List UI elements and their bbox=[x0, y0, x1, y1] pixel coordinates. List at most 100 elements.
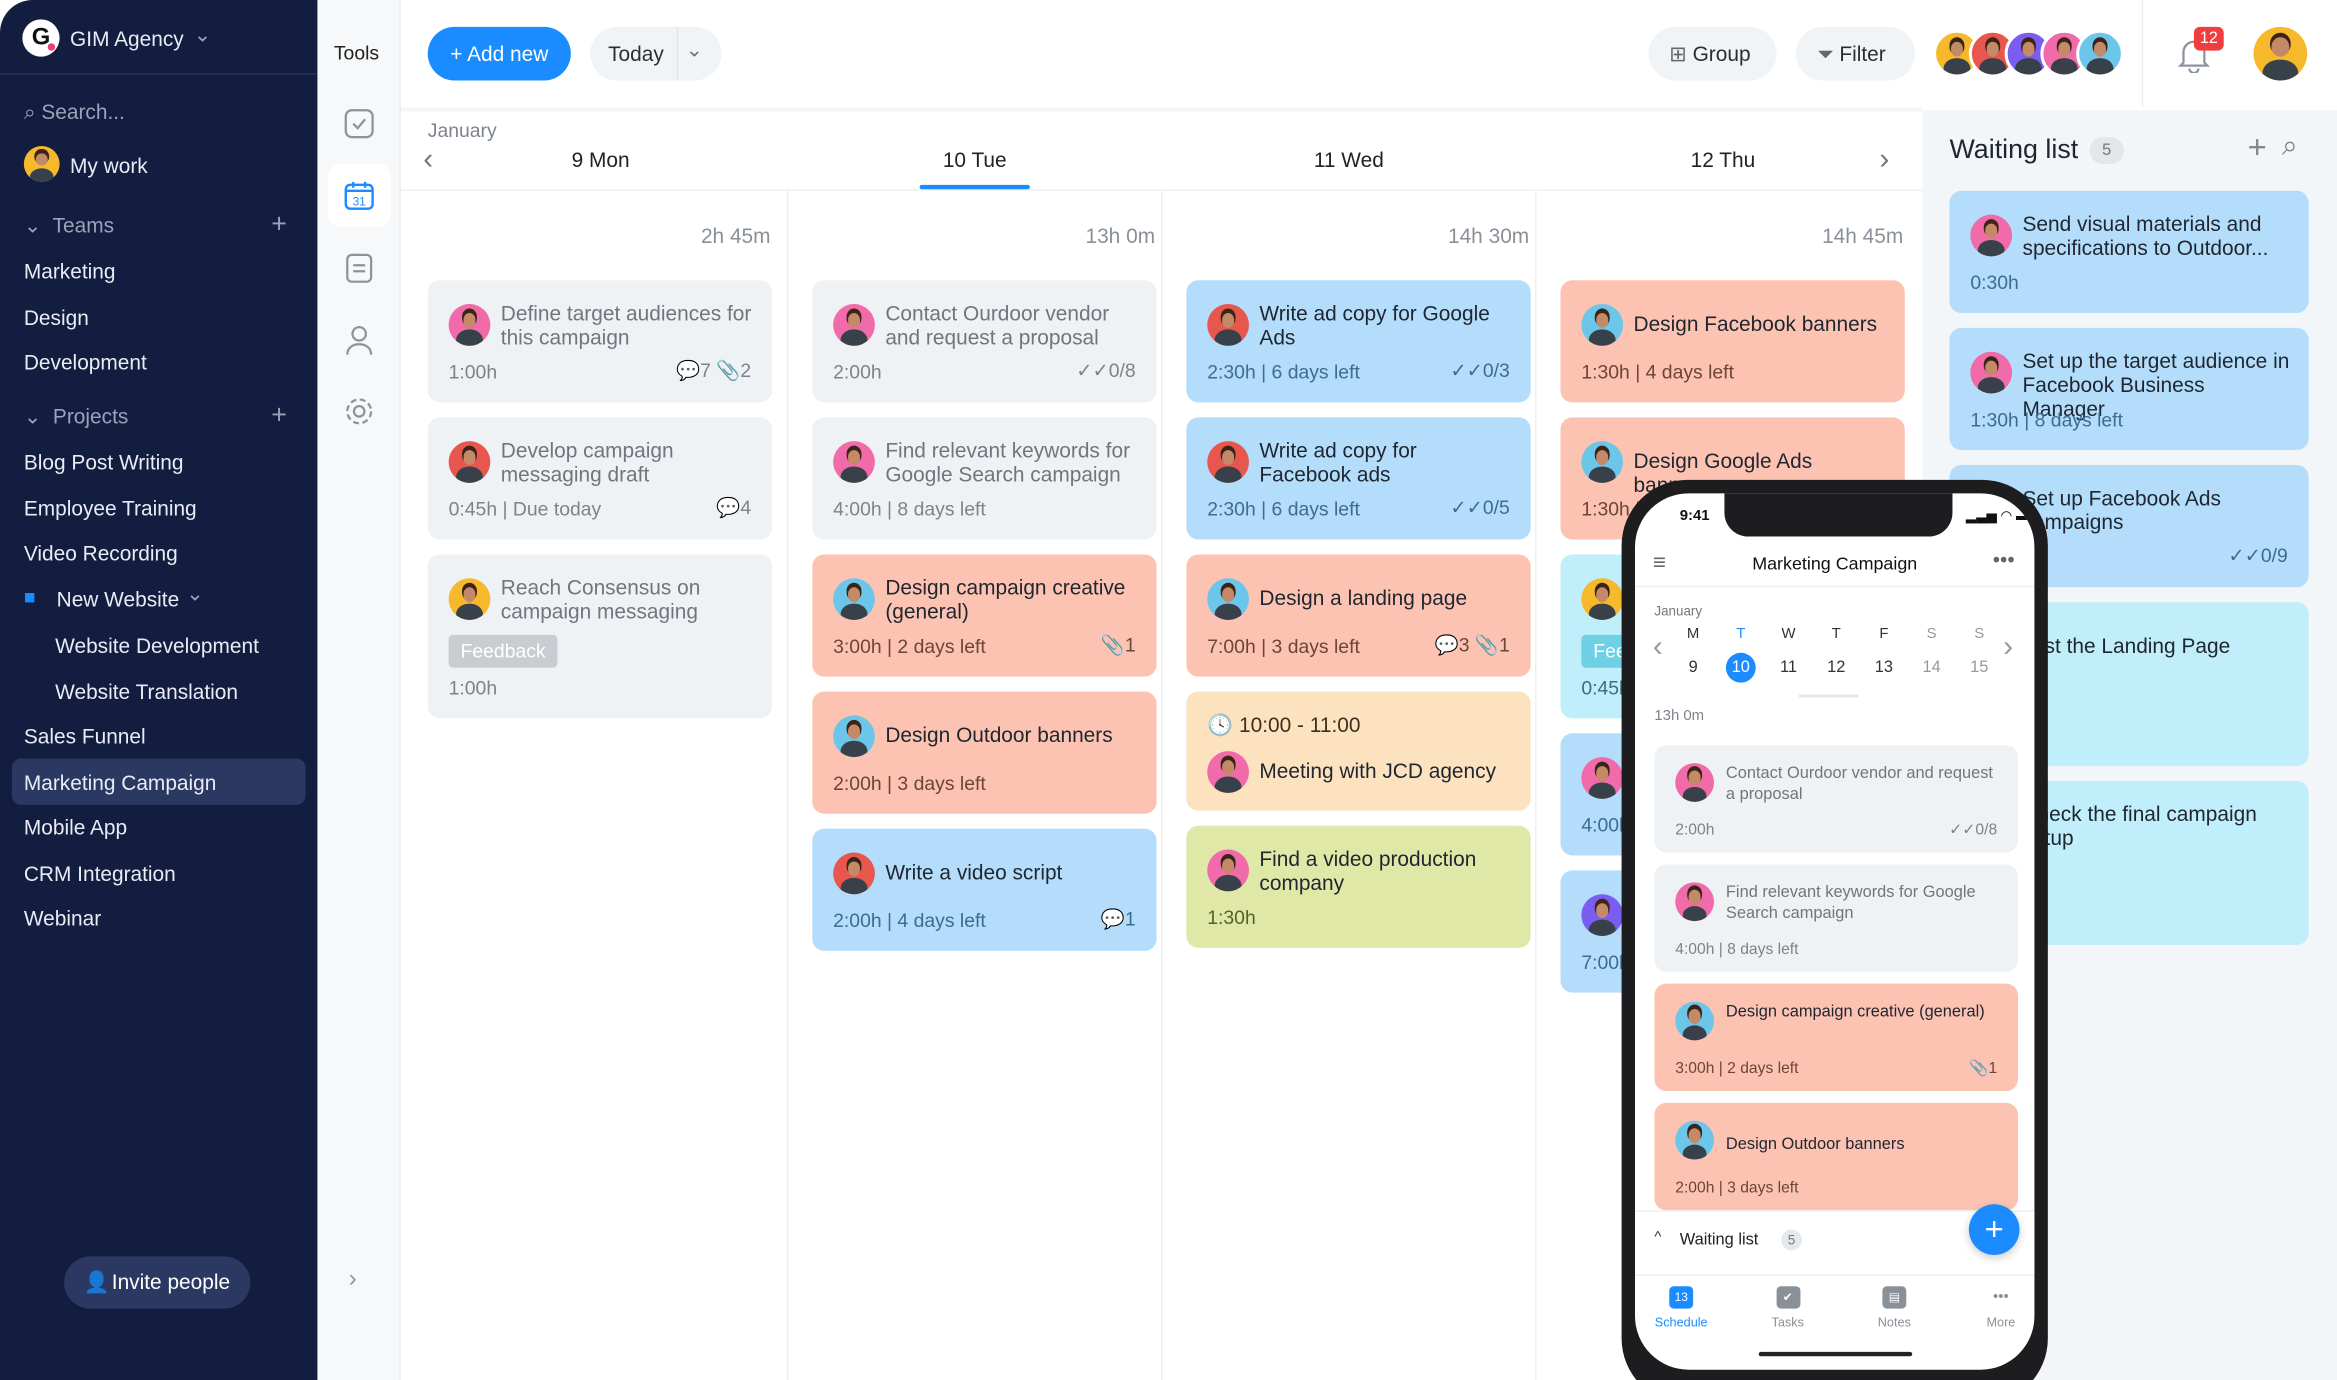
task-title: Reach Consensus on campaign messaging bbox=[500, 575, 701, 623]
date-cell[interactable]: 12 bbox=[1821, 653, 1851, 683]
avatar bbox=[23, 146, 60, 182]
sidebar-item-team[interactable]: Marketing bbox=[24, 259, 116, 283]
chevron-down-icon[interactable]: ⌄ bbox=[194, 22, 211, 47]
teams-section[interactable]: ⌄ Teams bbox=[24, 213, 114, 238]
tab-icon[interactable]: 13 bbox=[1669, 1286, 1694, 1309]
task-meta: 2:30h | 6 days left bbox=[1207, 360, 1360, 384]
task-card[interactable]: Send visual materials and specifications… bbox=[1949, 190, 2309, 313]
sidebar-item-my-work[interactable]: My work bbox=[70, 154, 148, 178]
day-header[interactable]: 11 Wed bbox=[1259, 148, 1438, 172]
day-header[interactable]: 9 Mon bbox=[511, 148, 690, 172]
task-card[interactable]: Design Facebook banners 1:30h | 4 days le… bbox=[1560, 280, 1905, 403]
search-icon[interactable]: ⌕ bbox=[2282, 131, 2298, 164]
chevron-down-icon[interactable]: ⌄ bbox=[686, 22, 703, 76]
drag-handle[interactable] bbox=[1798, 694, 1859, 698]
sidebar-item-team[interactable]: Design bbox=[24, 305, 89, 329]
task-card[interactable]: Design campaign creative (general) 3:00h … bbox=[812, 554, 1157, 677]
task-card[interactable]: Design campaign creative (general) 3:00h … bbox=[1654, 983, 2019, 1091]
today-dropdown[interactable]: Today ⌄ bbox=[590, 26, 722, 81]
add-team-icon[interactable]: + bbox=[271, 209, 287, 240]
tab-icon[interactable]: ✔ bbox=[1775, 1286, 1800, 1309]
group-button[interactable]: ⊞ Group bbox=[1648, 26, 1777, 81]
time-range: 🕓 10:00 - 11:00 bbox=[1207, 712, 1361, 737]
task-card[interactable]: Write ad copy for Google Ads 2:30h | 6 da… bbox=[1186, 280, 1531, 403]
gear-icon[interactable] bbox=[343, 395, 376, 428]
phone-add-fab[interactable]: + bbox=[1968, 1204, 2020, 1255]
sidebar-item-subproject[interactable]: Website Development bbox=[55, 633, 259, 657]
invite-people-button[interactable]: 👤 Invite people bbox=[64, 1256, 251, 1309]
task-card[interactable]: Set up the target audience in Facebook B… bbox=[1949, 327, 2309, 451]
task-meta: 1:30h | 8 days left bbox=[1970, 408, 2123, 431]
more-options-icon[interactable]: ••• bbox=[1993, 547, 2015, 571]
workspace-name[interactable]: GIM Agency bbox=[70, 27, 184, 51]
date-cell[interactable]: 13 bbox=[1869, 653, 1899, 683]
date-cell[interactable]: 9 bbox=[1678, 653, 1708, 683]
projects-section[interactable]: ⌄ Projects bbox=[24, 404, 128, 429]
chevron-up-icon: ^ bbox=[1654, 1229, 1662, 1246]
date-cell[interactable]: 11 bbox=[1774, 653, 1804, 683]
sidebar-item-project[interactable]: Mobile App bbox=[24, 815, 127, 839]
task-card[interactable]: Find relevant keywords for Google Search… bbox=[1654, 864, 2019, 972]
calendar-icon[interactable]: 31 bbox=[343, 179, 376, 212]
task-card[interactable]: 🕓 10:00 - 11:00 Meeting with JCD agency bbox=[1186, 691, 1531, 811]
sidebar-item-project[interactable]: CRM Integration bbox=[24, 861, 176, 885]
notes-icon[interactable] bbox=[343, 252, 376, 285]
month-label: January bbox=[427, 119, 497, 142]
next-week-chevron-icon[interactable]: › bbox=[1879, 143, 1889, 177]
sidebar-item-project[interactable]: Marketing Campaign bbox=[24, 770, 217, 794]
task-card[interactable]: Write ad copy for Facebook ads 2:30h | 6 … bbox=[1186, 417, 1531, 540]
task-card[interactable]: Develop campaign messaging draft 0:45h | … bbox=[427, 417, 773, 540]
sidebar-folder-new-website[interactable]: New Website bbox=[57, 587, 180, 611]
tab-more[interactable]: More bbox=[1964, 1315, 2035, 1330]
day-header[interactable]: 10 Tue bbox=[885, 148, 1064, 172]
next-week-chevron-icon[interactable]: › bbox=[2003, 630, 2013, 664]
task-card[interactable]: Contact Ourdoor vendor and request a pro… bbox=[1654, 745, 2019, 853]
task-icons: ✓✓0/8 bbox=[1949, 821, 1998, 840]
home-indicator bbox=[1758, 1351, 1913, 1357]
tasks-icon[interactable] bbox=[343, 107, 376, 140]
sidebar-item-project[interactable]: Webinar bbox=[24, 906, 101, 930]
task-card[interactable]: Design a landing page 7:00h | 3 days left… bbox=[1186, 554, 1531, 677]
task-icons: ✓✓0/5 bbox=[1450, 496, 1510, 519]
date-cell[interactable]: 14 bbox=[1917, 653, 1947, 683]
sidebar-item-project[interactable]: Blog Post Writing bbox=[24, 450, 184, 474]
expand-chevron-icon[interactable]: › bbox=[349, 1267, 357, 1294]
task-card[interactable]: Contact Ourdoor vendor and request a pro… bbox=[812, 280, 1157, 403]
search-input[interactable]: ⌕ Search... bbox=[24, 100, 125, 125]
task-card[interactable]: Define target audiences for this campaig… bbox=[427, 280, 773, 403]
tab-notes[interactable]: Notes bbox=[1857, 1315, 1932, 1330]
task-meta: 4:00h | 8 days left bbox=[1675, 940, 1799, 959]
user-avatar[interactable] bbox=[2253, 26, 2308, 81]
chevron-down-icon[interactable]: ⌄ bbox=[186, 581, 203, 606]
weekday-label: M bbox=[1686, 625, 1700, 643]
task-card[interactable]: Design Outdoor banners 2:00h | 3 days lef… bbox=[812, 691, 1157, 814]
add-icon[interactable]: + bbox=[2248, 128, 2267, 167]
date-cell[interactable]: 15 bbox=[1964, 653, 1994, 683]
add-new-button[interactable]: + Add new bbox=[427, 26, 571, 81]
task-card[interactable]: Reach Consensus on campaign messaging Fee… bbox=[427, 554, 773, 719]
prev-week-chevron-icon[interactable]: ‹ bbox=[423, 143, 433, 177]
add-project-icon[interactable]: + bbox=[271, 399, 287, 430]
status-icons: ▂▃▅ ◠ ▬ bbox=[1965, 508, 2030, 524]
task-card[interactable]: Find a video production company 1:30h bbox=[1186, 825, 1531, 948]
tab-tasks[interactable]: Tasks bbox=[1751, 1315, 1826, 1330]
tab-icon[interactable]: ••• bbox=[1989, 1286, 2013, 1308]
divider bbox=[1635, 585, 2035, 588]
date-cell[interactable]: 10 bbox=[1725, 652, 1756, 683]
avatar bbox=[448, 578, 491, 621]
task-card[interactable]: Write a video script 2:00h | 4 days left 💬… bbox=[812, 828, 1157, 951]
prev-week-chevron-icon[interactable]: ‹ bbox=[1653, 630, 1663, 664]
task-card[interactable]: Design Outdoor banners 2:00h | 3 days lef… bbox=[1654, 1102, 2019, 1211]
team-member-avatar[interactable] bbox=[2076, 29, 2124, 78]
filter-button[interactable]: ⏷ Filter bbox=[1795, 26, 1916, 81]
task-card[interactable]: Find relevant keywords for Google Search… bbox=[812, 417, 1157, 540]
sidebar-item-project[interactable]: Video Recording bbox=[24, 541, 178, 565]
day-header[interactable]: 12 Thu bbox=[1634, 148, 1813, 172]
tab-icon[interactable]: ▤ bbox=[1882, 1286, 1907, 1309]
user-icon[interactable] bbox=[343, 323, 376, 356]
tab-schedule[interactable]: Schedule bbox=[1644, 1315, 1719, 1330]
sidebar-item-subproject[interactable]: Website Translation bbox=[55, 679, 238, 703]
sidebar-item-project[interactable]: Employee Training bbox=[24, 496, 197, 520]
sidebar-item-team[interactable]: Development bbox=[24, 350, 147, 374]
sidebar-item-project[interactable]: Sales Funnel bbox=[24, 724, 146, 748]
